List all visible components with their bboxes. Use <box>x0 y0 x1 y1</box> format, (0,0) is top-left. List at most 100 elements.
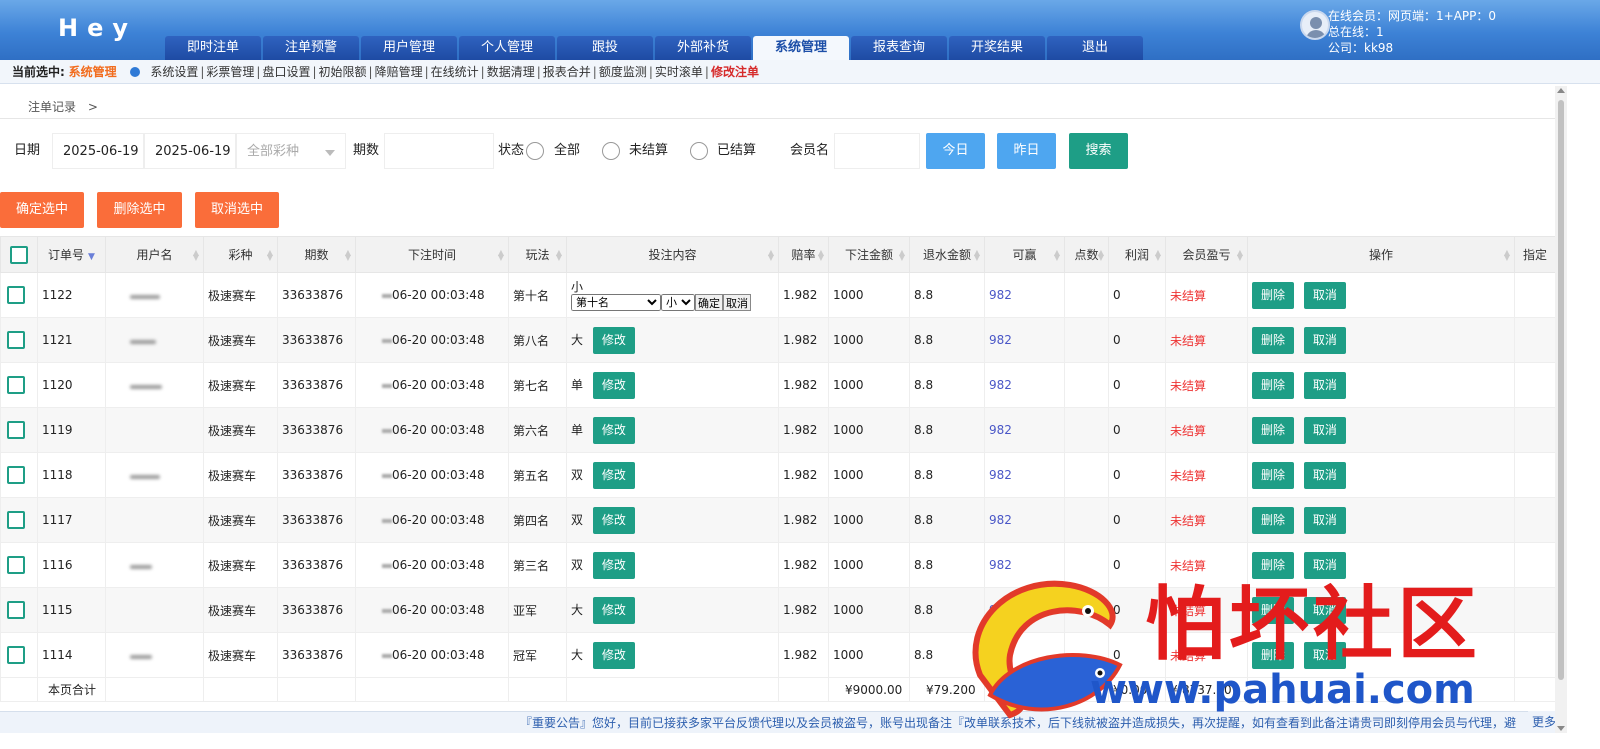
status-radio-unsettled[interactable] <box>602 142 620 160</box>
nav-tab[interactable]: 退出 <box>1047 36 1143 60</box>
scrollbar-thumb[interactable] <box>1558 100 1564 680</box>
column-header[interactable]: 利润 ▲ ▼ <box>1108 236 1166 273</box>
column-header[interactable]: 投注内容 ▲ ▼ <box>566 236 779 273</box>
sort-icon[interactable]: ▲ ▼ <box>899 249 905 262</box>
row-delete-button[interactable]: 删除 <box>1252 281 1295 309</box>
nav-tab[interactable]: 报表查询 <box>851 36 947 60</box>
nav-tab[interactable]: 即时注单 <box>165 36 261 60</box>
sort-icon[interactable]: ▲ ▼ <box>1098 249 1104 262</box>
breadcrumb-item[interactable]: 注单记录 <box>28 100 76 114</box>
sort-icon[interactable]: ▲ ▼ <box>1237 249 1243 262</box>
member-input[interactable] <box>834 133 920 169</box>
edit-bet-button[interactable]: 修改 <box>592 506 635 534</box>
row-delete-button[interactable]: 删除 <box>1252 506 1295 534</box>
edit-bet-button[interactable]: 修改 <box>592 371 635 399</box>
nav-tab[interactable]: 跟投 <box>557 36 653 60</box>
search-button[interactable]: 搜索 <box>1069 133 1128 169</box>
date-from-input[interactable]: 2025-06-19 <box>52 133 144 169</box>
sort-icon[interactable]: ▲ ▼ <box>498 249 504 262</box>
subnav-link-edit-orders[interactable]: 修改注单 <box>711 65 759 79</box>
row-checkbox[interactable] <box>7 286 25 304</box>
sort-icon[interactable]: ▲ ▼ <box>1155 249 1161 262</box>
edit-bet-button[interactable]: 修改 <box>592 596 635 624</box>
sort-icon[interactable]: ▲ ▼ <box>267 249 273 262</box>
column-header[interactable]: 点数 ▲ ▼ <box>1064 236 1109 273</box>
edit-play-select[interactable]: 第十名 <box>571 293 661 311</box>
row-checkbox[interactable] <box>7 466 25 484</box>
row-checkbox[interactable] <box>7 556 25 574</box>
column-header[interactable]: 彩种 ▲ ▼ <box>203 236 278 273</box>
status-radio-all[interactable] <box>526 142 544 160</box>
sort-icon[interactable]: ▲ ▼ <box>768 249 774 262</box>
subnav-link[interactable]: 额度监测 <box>599 65 647 79</box>
table-row[interactable]: 1118 极速赛车 33633876 06-20 00:03:48 第五名双 修改 1.9… <box>0 452 1555 498</box>
sort-icon[interactable]: ▲ ▼ <box>974 249 980 262</box>
edit-bet-button[interactable]: 修改 <box>592 326 635 354</box>
table-row[interactable]: 1121 极速赛车 33633876 06-20 00:03:48 第八名大 修改 1.9… <box>0 317 1555 363</box>
column-header[interactable]: 期数 ▲ ▼ <box>277 236 356 273</box>
row-delete-button[interactable]: 删除 <box>1252 371 1295 399</box>
row-cancel-button[interactable]: 取消 <box>1303 551 1346 579</box>
row-cancel-button[interactable]: 取消 <box>1303 326 1346 354</box>
subnav-link[interactable]: 实时滚单 <box>655 65 703 79</box>
subnav-link[interactable]: 盘口设置 <box>262 65 310 79</box>
row-checkbox[interactable] <box>7 511 25 529</box>
table-row[interactable]: 1114 极速赛车 33633876 06-20 00:03:48 冠军大 修改 1.98… <box>0 632 1555 678</box>
subnav-link[interactable]: 初始限额 <box>319 65 367 79</box>
nav-tab[interactable]: 用户管理 <box>361 36 457 60</box>
row-delete-button[interactable]: 删除 <box>1252 641 1295 669</box>
subnav-link[interactable]: 降赔管理 <box>375 65 423 79</box>
sort-icon[interactable]: ▲ ▼ <box>556 249 562 262</box>
column-header[interactable]: 玩法 ▲ ▼ <box>508 236 567 273</box>
column-header[interactable]: 会员盈亏 ▲ ▼ <box>1165 236 1248 273</box>
column-header[interactable]: 指定 <box>1514 236 1555 273</box>
column-header[interactable]: 用户名 ▲ ▼ <box>105 236 204 273</box>
vertical-scrollbar[interactable] <box>1555 86 1567 733</box>
table-row[interactable]: 1116 极速赛车 33633876 06-20 00:03:48 第三名双 修改 1.9… <box>0 542 1555 588</box>
row-checkbox[interactable] <box>7 331 25 349</box>
sort-icon[interactable]: ▲ ▼ <box>1054 249 1060 262</box>
table-row[interactable]: 1119 极速赛车 33633876 06-20 00:03:48 第六名单 修改 1.9… <box>0 407 1555 453</box>
table-row[interactable]: 1115 极速赛车 33633876 06-20 00:03:48 亚军大 修改 1.98… <box>0 587 1555 633</box>
row-cancel-button[interactable]: 取消 <box>1303 416 1346 444</box>
edit-bet-button[interactable]: 修改 <box>592 641 635 669</box>
cancel-selected-button[interactable]: 取消选中 <box>195 192 279 228</box>
subnav-link[interactable]: 数据清理 <box>487 65 535 79</box>
column-header[interactable]: 退水金额 ▲ ▼ <box>909 236 985 273</box>
confirm-selected-button[interactable]: 确定选中 <box>0 192 84 228</box>
row-cancel-button[interactable]: 取消 <box>1303 281 1346 309</box>
edit-bet-button[interactable]: 修改 <box>592 461 635 489</box>
edit-bet-button[interactable]: 修改 <box>592 551 635 579</box>
row-checkbox[interactable] <box>7 421 25 439</box>
edit-confirm-button[interactable]: 确定 <box>695 293 723 311</box>
table-row[interactable]: 1122 极速赛车 33633876 06-20 00:03:48 第十名小第十名 小确定… <box>0 272 1555 318</box>
edit-bet-button[interactable]: 修改 <box>592 416 635 444</box>
announcement-text[interactable]: 『重要公告』您好，目前已接获多家平台反馈代理以及会员被盗号，账号出现备注『改单联… <box>520 716 1516 730</box>
row-checkbox[interactable] <box>7 601 25 619</box>
column-header[interactable]: 操作 ▲ ▼ <box>1247 236 1515 273</box>
scroll-down-icon[interactable] <box>1557 726 1565 731</box>
today-button[interactable]: 今日 <box>926 133 985 169</box>
sort-icon[interactable]: ▲ ▼ <box>345 249 351 262</box>
row-checkbox[interactable] <box>7 376 25 394</box>
nav-tab[interactable]: 注单预警 <box>263 36 359 60</box>
row-delete-button[interactable]: 删除 <box>1252 461 1295 489</box>
row-cancel-button[interactable]: 取消 <box>1303 371 1346 399</box>
delete-selected-button[interactable]: 删除选中 <box>97 192 182 228</box>
row-delete-button[interactable]: 删除 <box>1252 596 1295 624</box>
row-cancel-button[interactable]: 取消 <box>1303 641 1346 669</box>
sort-icon[interactable]: ▲ ▼ <box>193 249 199 262</box>
row-checkbox[interactable] <box>7 646 25 664</box>
nav-tab[interactable]: 外部补货 <box>655 36 751 60</box>
yesterday-button[interactable]: 昨日 <box>997 133 1056 169</box>
subnav-link[interactable]: 报表合并 <box>543 65 591 79</box>
sort-icon[interactable]: ▲ ▼ <box>1504 249 1510 262</box>
lottery-select[interactable]: 全部彩种 <box>236 133 346 169</box>
scroll-up-icon[interactable] <box>1557 88 1565 93</box>
status-radio-settled[interactable] <box>690 142 708 160</box>
row-cancel-button[interactable]: 取消 <box>1303 461 1346 489</box>
column-header[interactable]: 订单号 ▼ <box>37 236 106 273</box>
column-header[interactable]: 赔率 ▲ ▼ <box>778 236 829 273</box>
sort-icon[interactable]: ▲ ▼ <box>818 249 824 262</box>
row-cancel-button[interactable]: 取消 <box>1303 596 1346 624</box>
